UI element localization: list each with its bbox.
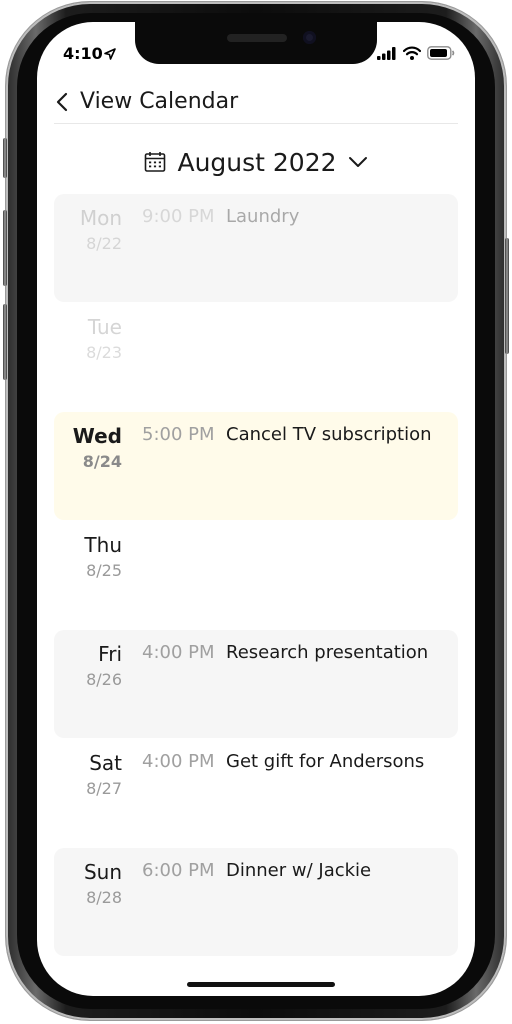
event-title: Laundry xyxy=(226,206,300,227)
day-row-sat[interactable]: Sat 8/27 4:00 PM Get gift for Andersons xyxy=(54,739,458,847)
event-time: 5:00 PM xyxy=(142,424,215,445)
volume-down-button xyxy=(3,304,7,380)
event-time: 6:00 PM xyxy=(142,860,215,881)
event-time: 4:00 PM xyxy=(142,751,215,772)
day-date: 8/26 xyxy=(86,670,122,689)
day-date: 8/25 xyxy=(86,561,122,580)
day-date: 8/23 xyxy=(86,343,122,362)
event-title: Dinner w/ Jackie xyxy=(226,860,372,881)
notch xyxy=(135,22,377,64)
day-name: Thu xyxy=(84,533,122,557)
home-indicator[interactable] xyxy=(187,982,335,987)
status-icons xyxy=(377,46,455,60)
day-name: Tue xyxy=(87,315,122,339)
location-arrow-icon xyxy=(104,48,116,60)
back-button[interactable]: View Calendar xyxy=(54,89,238,114)
event-time: 4:00 PM xyxy=(142,642,215,663)
day-row-sun[interactable]: Sun 8/28 6:00 PM Dinner w/ Jackie xyxy=(54,848,458,956)
power-button xyxy=(505,238,509,354)
month-selector[interactable]: August 2022 xyxy=(37,144,475,180)
day-name: Mon xyxy=(79,206,122,230)
day-list: Mon 8/22 9:00 PM Laundry Tue 8/23 Wed 8/… xyxy=(54,194,458,957)
wifi-icon xyxy=(403,46,421,60)
event-title: Cancel TV subscription xyxy=(226,424,432,445)
status-time: 4:10 xyxy=(63,44,103,63)
day-date: 8/27 xyxy=(86,779,122,798)
day-name: Sun xyxy=(83,860,122,884)
month-label: August 2022 xyxy=(177,147,337,177)
volume-up-button xyxy=(3,210,7,286)
chevron-left-icon xyxy=(56,92,68,111)
speaker xyxy=(227,34,287,42)
cellular-signal-icon xyxy=(377,46,396,60)
camera xyxy=(303,31,316,44)
event-time: 9:00 PM xyxy=(142,206,215,227)
day-name: Fri xyxy=(98,642,122,666)
screen: 4:10 View Calendar August 2022 Mon 8/22 … xyxy=(37,22,475,996)
event-title: Get gift for Andersons xyxy=(226,751,425,772)
day-date: 8/24 xyxy=(82,452,122,471)
day-row-mon[interactable]: Mon 8/22 9:00 PM Laundry xyxy=(54,194,458,302)
day-row-tue[interactable]: Tue 8/23 xyxy=(54,303,458,411)
navigation-bar: View Calendar xyxy=(54,80,458,124)
day-date: 8/22 xyxy=(86,234,122,253)
calendar-icon xyxy=(145,152,166,172)
day-name: Sat xyxy=(89,751,122,775)
chevron-down-icon xyxy=(348,157,367,167)
battery-icon xyxy=(427,46,455,60)
nav-title: View Calendar xyxy=(80,89,239,114)
day-date: 8/28 xyxy=(86,888,122,907)
day-name: Wed xyxy=(72,424,122,448)
day-row-thu[interactable]: Thu 8/25 xyxy=(54,521,458,629)
event-title: Research presentation xyxy=(226,642,429,663)
day-row-fri[interactable]: Fri 8/26 4:00 PM Research presentation xyxy=(54,630,458,738)
mute-switch xyxy=(3,138,7,178)
day-row-wed[interactable]: Wed 8/24 5:00 PM Cancel TV subscription xyxy=(54,412,458,520)
